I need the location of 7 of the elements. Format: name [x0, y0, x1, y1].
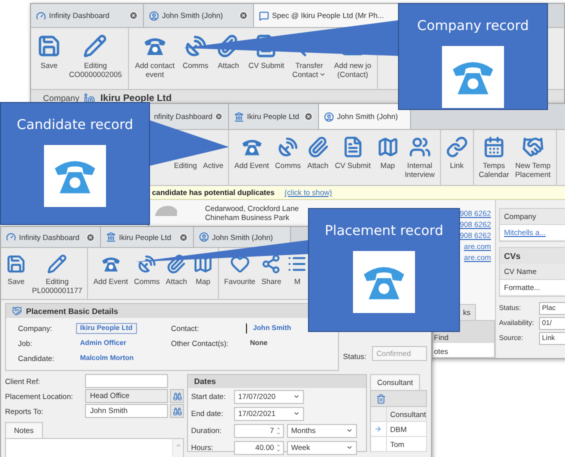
- section-title: CVs: [500, 248, 565, 264]
- company-name: Ikiru People Ltd: [100, 92, 172, 103]
- callout-title: Placement record: [324, 223, 444, 239]
- section-title: Dates: [188, 375, 366, 388]
- section-title: Placement Basic Details: [26, 306, 118, 316]
- callout-title: Candidate record: [16, 117, 134, 133]
- record-type-label: Company: [43, 93, 80, 103]
